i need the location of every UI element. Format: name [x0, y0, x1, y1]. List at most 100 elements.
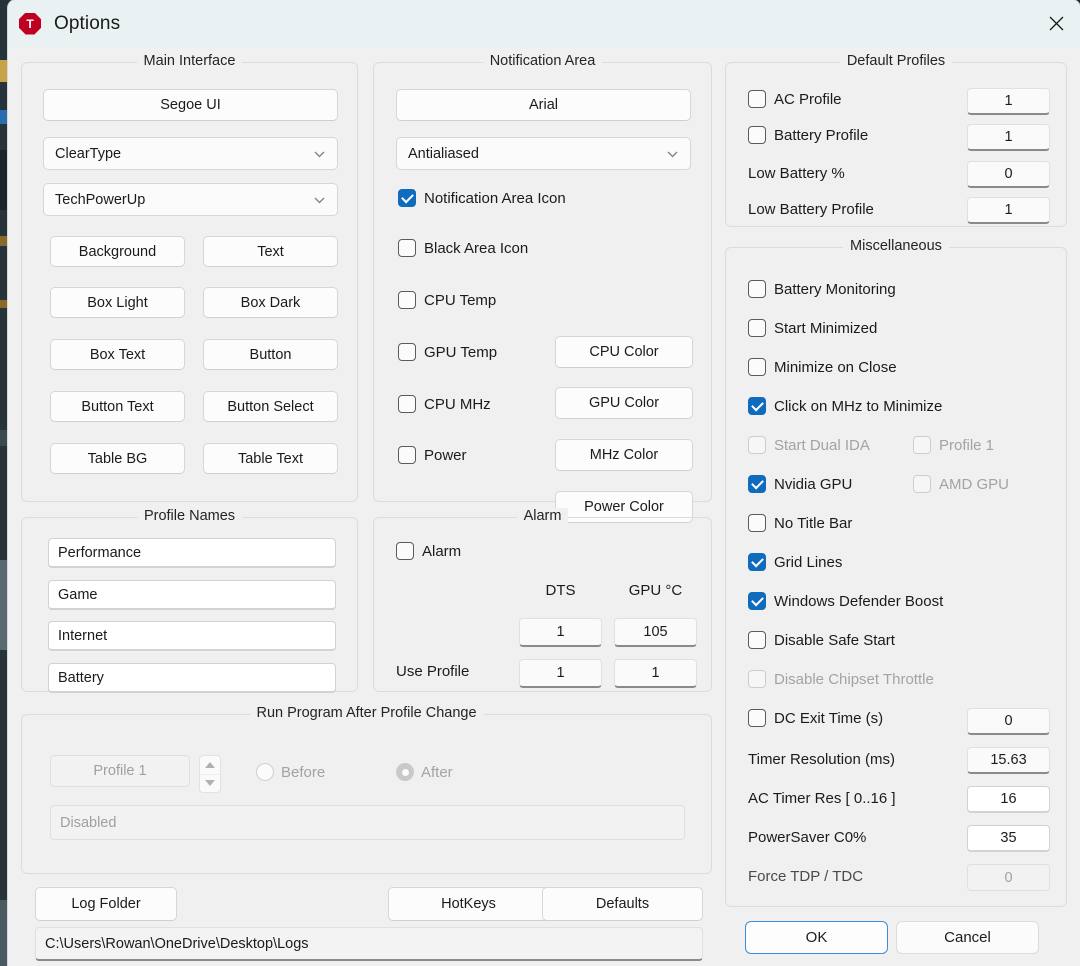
checkbox-disable-chipset-throttle: Disable Chipset Throttle [748, 670, 934, 688]
alarm-column-dts: DTS [545, 581, 576, 599]
close-icon [1049, 16, 1064, 31]
main-rendering-combo[interactable]: ClearType [43, 137, 338, 170]
checkbox-start-minimized[interactable]: Start Minimized [748, 319, 877, 337]
checkbox-box-icon [748, 553, 766, 571]
checkbox-label: Start Dual IDA [774, 436, 870, 454]
window-title: Options [54, 12, 121, 34]
dialog-content: Main Interface Segoe UI ClearType TechPo… [8, 47, 1080, 966]
checkbox-box-icon [748, 475, 766, 493]
color-button-box-dark[interactable]: Box Dark [203, 287, 338, 318]
checkbox-label: Battery Monitoring [774, 280, 896, 298]
color-button-box-light[interactable]: Box Light [50, 287, 185, 318]
low-battery-profile-input[interactable]: 1 [967, 197, 1050, 224]
profile-name-input-4[interactable]: Battery [48, 663, 336, 693]
color-button-table-text[interactable]: Table Text [203, 443, 338, 474]
checkbox-box-icon [748, 280, 766, 298]
ok-button[interactable]: OK [745, 921, 888, 954]
radio-before[interactable]: Before [256, 763, 325, 781]
cpu-color-button[interactable]: CPU Color [555, 336, 693, 368]
color-button-background[interactable]: Background [50, 236, 185, 267]
profile-name-input-2[interactable]: Game [48, 580, 336, 610]
profile-name-input-1[interactable]: Performance [48, 538, 336, 568]
checkbox-gpu-temp[interactable]: GPU Temp [398, 343, 497, 361]
checkbox-cpu-mhz[interactable]: CPU MHz [398, 395, 491, 413]
color-button-button[interactable]: Button [203, 339, 338, 370]
color-button-button-text[interactable]: Button Text [50, 391, 185, 422]
checkbox-label: Notification Area Icon [424, 189, 566, 207]
spinner-down-button[interactable] [200, 775, 220, 793]
color-button-table-bg[interactable]: Table BG [50, 443, 185, 474]
main-theme-combo-value: TechPowerUp [55, 191, 146, 208]
group-default-profiles: Default Profiles AC Profile 1 Battery Pr… [725, 53, 1067, 227]
main-theme-combo[interactable]: TechPowerUp [43, 183, 338, 216]
alarm-use-profile-label: Use Profile [396, 662, 470, 680]
checkbox-grid-lines[interactable]: Grid Lines [748, 553, 842, 571]
checkbox-box-icon [913, 475, 931, 493]
cancel-button[interactable]: Cancel [896, 921, 1039, 954]
color-button-text[interactable]: Text [203, 236, 338, 267]
checkbox-alarm[interactable]: Alarm [396, 542, 461, 560]
ac-profile-value-input[interactable]: 1 [967, 88, 1050, 115]
hotkeys-button[interactable]: HotKeys [388, 887, 549, 921]
radio-dot-icon [396, 763, 414, 781]
checkbox-nvidia-gpu[interactable]: Nvidia GPU [748, 475, 852, 493]
checkbox-label: Nvidia GPU [774, 475, 853, 493]
powersaver-c0-input[interactable]: 35 [967, 825, 1050, 852]
main-font-button[interactable]: Segoe UI [43, 89, 338, 121]
color-button-button-select[interactable]: Button Select [203, 391, 338, 422]
checkbox-black-area-icon[interactable]: Black Area Icon [398, 239, 528, 257]
dc-exit-time-input[interactable]: 0 [967, 708, 1050, 735]
alarm-threshold-gpu-input[interactable]: 105 [614, 618, 697, 647]
alarm-use-profile-gpu-input[interactable]: 1 [614, 659, 697, 688]
alarm-threshold-dts-input[interactable]: 1 [519, 618, 602, 647]
run-program-profile-field: Profile 1 [50, 755, 190, 787]
run-program-profile-spinner[interactable] [199, 755, 221, 793]
spinner-up-button[interactable] [200, 756, 220, 774]
low-battery-percent-input[interactable]: 0 [967, 161, 1050, 188]
gpu-color-button[interactable]: GPU Color [555, 387, 693, 419]
defaults-button[interactable]: Defaults [542, 887, 703, 921]
checkbox-windows-defender-boost[interactable]: Windows Defender Boost [748, 592, 943, 610]
checkbox-box-icon [398, 395, 416, 413]
group-legend-notification-area: Notification Area [482, 53, 603, 69]
log-path-field[interactable]: C:\Users\Rowan\OneDrive\Desktop\Logs [35, 927, 703, 961]
battery-profile-value-input[interactable]: 1 [967, 124, 1050, 151]
checkbox-minimize-on-close[interactable]: Minimize on Close [748, 358, 897, 376]
timer-resolution-input[interactable]: 15.63 [967, 747, 1050, 774]
group-legend-default-profiles: Default Profiles [839, 53, 953, 69]
profile-name-input-3[interactable]: Internet [48, 621, 336, 651]
notification-font-button[interactable]: Arial [396, 89, 691, 121]
checkbox-battery-monitoring[interactable]: Battery Monitoring [748, 280, 896, 298]
triangle-up-icon [205, 761, 215, 768]
triangle-down-icon [205, 780, 215, 787]
checkbox-start-dual-ida: Start Dual IDA [748, 436, 870, 454]
checkbox-cpu-temp[interactable]: CPU Temp [398, 291, 496, 309]
checkbox-disable-safe-start[interactable]: Disable Safe Start [748, 631, 895, 649]
checkbox-label: Start Minimized [774, 319, 878, 337]
checkbox-label: Click on MHz to Minimize [774, 397, 943, 415]
checkbox-label: Grid Lines [774, 553, 843, 571]
checkbox-battery-profile[interactable]: Battery Profile [748, 126, 868, 144]
radio-after[interactable]: After [396, 763, 453, 781]
close-button[interactable] [1032, 0, 1080, 47]
checkbox-click-on-mhz-to-minimize[interactable]: Click on MHz to Minimize [748, 397, 942, 415]
checkbox-notification-area-icon[interactable]: Notification Area Icon [398, 189, 566, 207]
checkbox-box-icon [398, 291, 416, 309]
checkbox-power[interactable]: Power [398, 446, 467, 464]
group-run-program: Run Program After Profile Change Profile… [21, 705, 712, 874]
checkbox-dc-exit-time[interactable]: DC Exit Time (s) [748, 709, 883, 727]
checkbox-ac-profile[interactable]: AC Profile [748, 90, 842, 108]
mhz-color-button[interactable]: MHz Color [555, 439, 693, 471]
checkbox-label: Profile 1 [939, 436, 995, 454]
chevron-down-icon [666, 147, 679, 160]
checkbox-no-title-bar[interactable]: No Title Bar [748, 514, 852, 532]
options-dialog: T Options Main Interface Segoe UI ClearT… [8, 0, 1080, 966]
checkbox-box-icon [396, 542, 414, 560]
checkbox-box-icon [748, 319, 766, 337]
ac-timer-res-input[interactable]: 16 [967, 786, 1050, 813]
group-legend-miscellaneous: Miscellaneous [843, 238, 949, 254]
log-folder-button[interactable]: Log Folder [35, 887, 177, 921]
color-button-box-text[interactable]: Box Text [50, 339, 185, 370]
notification-rendering-combo[interactable]: Antialiased [396, 137, 691, 170]
alarm-use-profile-dts-input[interactable]: 1 [519, 659, 602, 688]
